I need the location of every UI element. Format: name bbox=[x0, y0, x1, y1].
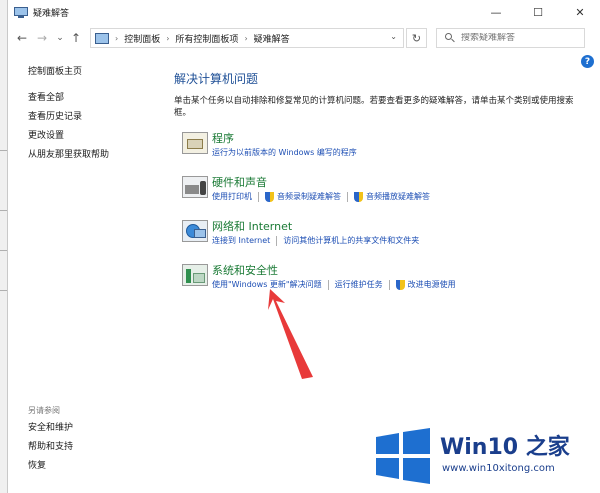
address-dropdown-chevron-icon[interactable]: ⌄ bbox=[390, 32, 397, 41]
search-icon bbox=[445, 33, 455, 43]
link-divider bbox=[258, 191, 259, 202]
page-description: 单击某个任务以自动排除和修复常见的计算机问题。若要查看更多的疑难解答，请单击某个… bbox=[174, 96, 574, 118]
help-support-link[interactable]: 帮助和支持 bbox=[28, 441, 73, 453]
system-security-icon[interactable] bbox=[182, 264, 208, 286]
get-help-from-friend-link[interactable]: 从朋友那里获取帮助 bbox=[28, 149, 158, 161]
back-arrow-icon[interactable]: ← bbox=[14, 30, 30, 46]
category-title[interactable]: 程序 bbox=[212, 130, 234, 146]
watermark-name: Win10 之家 bbox=[440, 435, 570, 460]
category-title[interactable]: 系统和安全性 bbox=[212, 262, 278, 278]
breadcrumb-separator: › bbox=[115, 33, 119, 43]
watermark-url: www.win10xitong.com bbox=[442, 463, 555, 474]
background-window-edge bbox=[0, 0, 7, 493]
breadcrumb-control-panel[interactable]: 控制面板 bbox=[124, 32, 160, 45]
navigation-bar: ← → ⌄ ↑ › 控制面板 › 所有控制面板项 › 疑难解答 ⌄ ↻ bbox=[8, 24, 600, 52]
breadcrumb-separator: › bbox=[166, 33, 170, 43]
audio-recording-troubleshoot-link[interactable]: 音频录制疑难解答 bbox=[277, 191, 341, 202]
window-controls: — ☐ ✕ bbox=[475, 0, 600, 24]
view-all-link[interactable]: 查看全部 bbox=[28, 92, 158, 104]
connect-internet-link[interactable]: 连接到 Internet bbox=[212, 235, 270, 246]
use-printer-link[interactable]: 使用打印机 bbox=[212, 191, 252, 202]
breadcrumb-troubleshooting[interactable]: 疑难解答 bbox=[254, 32, 290, 45]
windows-update-troubleshoot-link[interactable]: 使用"Windows 更新"解决问题 bbox=[212, 279, 322, 290]
category-links: 运行为以前版本的 Windows 编写的程序 bbox=[212, 147, 357, 158]
category-title[interactable]: 网络和 Internet bbox=[212, 218, 292, 234]
change-settings-link[interactable]: 更改设置 bbox=[28, 130, 158, 142]
maximize-button[interactable]: ☐ bbox=[517, 0, 559, 24]
run-maintenance-link[interactable]: 运行维护任务 bbox=[335, 279, 383, 290]
programs-icon[interactable] bbox=[182, 132, 208, 154]
uac-shield-icon bbox=[265, 191, 274, 202]
run-old-programs-link[interactable]: 运行为以前版本的 Windows 编写的程序 bbox=[212, 147, 357, 158]
control-panel-icon bbox=[95, 32, 109, 44]
security-maintenance-link[interactable]: 安全和维护 bbox=[28, 422, 73, 434]
uac-shield-icon bbox=[354, 191, 363, 202]
troubleshooting-window: 疑难解答 — ☐ ✕ ← → ⌄ ↑ › 控制面板 › 所有控制面板项 › 疑难… bbox=[7, 0, 600, 493]
recent-locations-chevron-icon[interactable]: ⌄ bbox=[52, 30, 68, 46]
search-input[interactable] bbox=[461, 33, 581, 43]
help-icon[interactable]: ? bbox=[581, 55, 594, 68]
category-links: 连接到 Internet 访问其他计算机上的共享文件和文件夹 bbox=[212, 235, 419, 246]
search-box[interactable] bbox=[436, 28, 585, 48]
hardware-sound-icon[interactable] bbox=[182, 176, 208, 198]
up-arrow-icon[interactable]: ↑ bbox=[68, 30, 84, 46]
title-bar: 疑难解答 — ☐ ✕ bbox=[8, 0, 600, 24]
recovery-link[interactable]: 恢复 bbox=[28, 460, 73, 472]
forward-arrow-icon[interactable]: → bbox=[34, 30, 50, 46]
see-also-heading: 另请参阅 bbox=[28, 406, 60, 415]
refresh-icon[interactable]: ↻ bbox=[406, 28, 427, 48]
control-panel-home-link[interactable]: 控制面板主页 bbox=[28, 66, 158, 78]
link-divider bbox=[276, 235, 278, 246]
windows-logo-icon bbox=[376, 428, 430, 484]
link-divider bbox=[327, 279, 329, 290]
left-pane: 控制面板主页 查看全部 查看历史记录 更改设置 从朋友那里获取帮助 bbox=[28, 66, 158, 161]
category-links: 使用"Windows 更新"解决问题 运行维护任务 改进电源使用 bbox=[212, 279, 456, 290]
minimize-button[interactable]: — bbox=[475, 0, 517, 24]
audio-playback-troubleshoot-link[interactable]: 音频播放疑难解答 bbox=[366, 191, 430, 202]
see-also-list: 安全和维护 帮助和支持 恢复 bbox=[28, 422, 73, 479]
improve-power-usage-link[interactable]: 改进电源使用 bbox=[408, 279, 456, 290]
breadcrumb-all-items[interactable]: 所有控制面板项 bbox=[175, 32, 238, 45]
window-title: 疑难解答 bbox=[33, 8, 70, 19]
link-divider bbox=[388, 279, 390, 290]
control-panel-icon bbox=[14, 6, 28, 18]
uac-shield-icon bbox=[395, 279, 405, 290]
view-history-link[interactable]: 查看历史记录 bbox=[28, 111, 158, 123]
address-bar[interactable]: › 控制面板 › 所有控制面板项 › 疑难解答 ⌄ bbox=[90, 28, 404, 48]
close-button[interactable]: ✕ bbox=[559, 0, 600, 24]
main-content: 解决计算机问题 单击某个任务以自动排除和修复常见的计算机问题。若要查看更多的疑难… bbox=[174, 70, 594, 119]
network-icon[interactable] bbox=[182, 220, 208, 242]
category-title[interactable]: 硬件和声音 bbox=[212, 174, 267, 190]
watermark: Win10 之家 www.win10xitong.com bbox=[366, 423, 600, 493]
shared-files-link[interactable]: 访问其他计算机上的共享文件和文件夹 bbox=[283, 235, 419, 246]
page-title: 解决计算机问题 bbox=[174, 72, 259, 86]
category-links: 使用打印机 音频录制疑难解答 音频播放疑难解答 bbox=[212, 191, 430, 202]
link-divider bbox=[347, 191, 348, 202]
breadcrumb-separator: › bbox=[244, 33, 248, 43]
